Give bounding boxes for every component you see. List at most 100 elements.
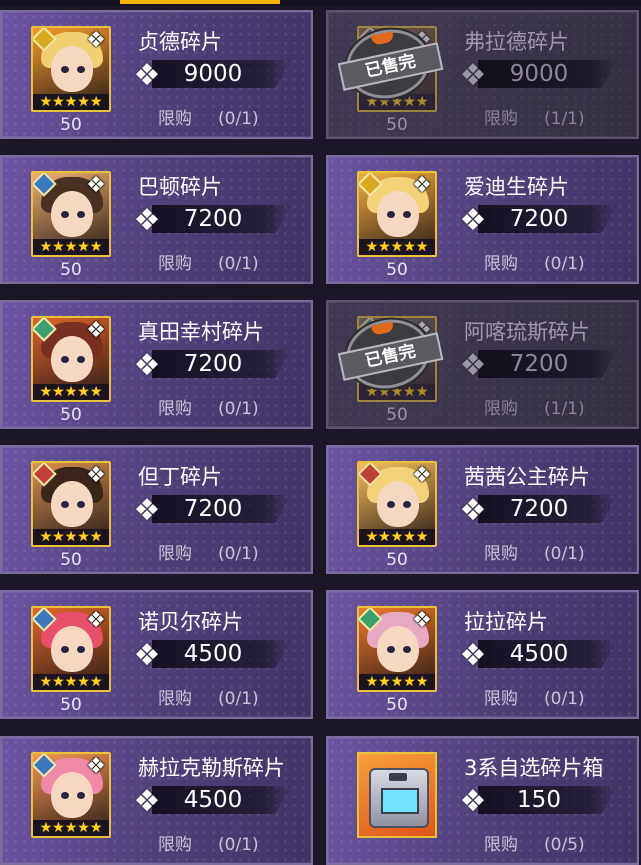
owned-count: 50 <box>60 405 82 425</box>
purchase-limit: 限购 (0/1) <box>158 684 259 709</box>
fragment-badge-icon: ❖ <box>86 608 106 633</box>
purchase-limit: 限购 (0/1) <box>158 249 259 274</box>
item-price: 4500 <box>183 641 243 667</box>
shop-item-card[interactable]: ❖ ★ ★ ★ ★ ★ 50 拉拉碎片 4500 ❖ 限购 (0/1) <box>326 590 639 719</box>
owned-count: 50 <box>60 115 82 135</box>
shop-item-card[interactable]: ❖ ★ ★ ★ ★ ★ 50 诺贝尔碎片 4500 ❖ 限购 (0/1) <box>0 590 313 719</box>
item-name: 但丁碎片 <box>138 465 222 489</box>
puzzle-piece-icon: ❖ <box>459 58 487 93</box>
owned-count: 50 <box>386 695 408 715</box>
limit-label: 限购 <box>158 544 192 564</box>
star-icon: ★ <box>415 94 429 110</box>
purchase-limit: 限购 (0/1) <box>484 539 585 564</box>
item-box-icon <box>357 752 437 838</box>
item-price: 9000 <box>509 61 569 87</box>
star-icon: ★ <box>365 239 379 255</box>
limit-label: 限购 <box>158 689 192 709</box>
shop-item-card[interactable]: ❖ ★ ★ ★ ★ ★ 50 但丁碎片 7200 ❖ 限购 (0/1) <box>0 445 313 574</box>
owned-count: 50 <box>60 260 82 280</box>
star-icon: ★ <box>77 384 90 400</box>
star-icon: ★ <box>365 529 379 545</box>
puzzle-piece-icon: ❖ <box>133 638 161 673</box>
limit-label: 限购 <box>158 254 192 274</box>
limit-label: 限购 <box>484 254 518 274</box>
hero-portrait: ❖ ★ ★ ★ ★ ★ <box>31 752 111 838</box>
star-icon: ★ <box>415 529 429 545</box>
limit-count: (0/1) <box>218 689 259 709</box>
star-icon: ★ <box>403 384 416 400</box>
item-price: 7200 <box>183 206 243 232</box>
star-icon: ★ <box>390 529 404 545</box>
item-price: 7200 <box>183 496 243 522</box>
purchase-limit: 限购 (0/5) <box>484 830 585 855</box>
limit-label: 限购 <box>484 835 518 855</box>
fragment-badge-icon: ❖ <box>86 318 106 343</box>
puzzle-piece-icon: ❖ <box>459 203 487 238</box>
item-name: 拉拉碎片 <box>464 610 548 634</box>
purchase-limit: 限购 (0/1) <box>158 539 259 564</box>
shop-item-card[interactable]: ❖ ★ ★ ★ ★ ★ 50 真田幸村碎片 7200 ❖ 限购 (0/1) <box>0 300 313 429</box>
star-icon: ★ <box>378 239 391 255</box>
puzzle-piece-icon: ❖ <box>459 348 487 383</box>
hero-portrait: ❖ ★ ★ ★ ★ ★ <box>357 171 437 257</box>
shop-item-card[interactable]: ❖ ★ ★ ★ ★ ★ 已售完 50 阿喀琉斯碎片 7200 ❖ 限购 (1/1) <box>326 300 639 429</box>
purchase-limit: 限购 (0/1) <box>484 684 585 709</box>
hero-portrait: ❖ ★ ★ ★ ★ ★ <box>357 461 437 547</box>
item-price: 7200 <box>509 351 569 377</box>
purchase-limit: 限购 (1/1) <box>484 394 585 419</box>
puzzle-piece-icon: ❖ <box>459 638 487 673</box>
puzzle-piece-icon: ❖ <box>133 348 161 383</box>
shop-item-card[interactable]: ❖ ★ ★ ★ ★ ★ 赫拉克勒斯碎片 4500 ❖ 限购 (0/1) <box>0 736 313 865</box>
hero-portrait: ❖ ★ ★ ★ ★ ★ <box>31 26 111 112</box>
star-icon: ★ <box>64 674 78 690</box>
star-icon: ★ <box>415 239 429 255</box>
limit-label: 限购 <box>484 544 518 564</box>
item-name: 茜茜公主碎片 <box>464 465 590 489</box>
star-rating: ★ ★ ★ ★ ★ <box>33 239 109 255</box>
star-icon: ★ <box>39 529 53 545</box>
limit-count: (0/1) <box>544 689 585 709</box>
shop-item-card[interactable]: ❖ ★ ★ ★ ★ ★ 50 巴顿碎片 7200 ❖ 限购 (0/1) <box>0 155 313 284</box>
puzzle-piece-icon: ❖ <box>459 493 487 528</box>
limit-label: 限购 <box>158 835 192 855</box>
star-icon: ★ <box>39 820 53 836</box>
limit-label: 限购 <box>158 109 192 129</box>
hero-portrait: ❖ ★ ★ ★ ★ ★ <box>31 606 111 692</box>
owned-count: 50 <box>60 695 82 715</box>
puzzle-piece-icon: ❖ <box>133 784 161 819</box>
star-icon: ★ <box>64 529 78 545</box>
item-price: 7200 <box>509 496 569 522</box>
star-icon: ★ <box>52 674 65 690</box>
item-name: 赫拉克勒斯碎片 <box>138 756 285 780</box>
item-name: 诺贝尔碎片 <box>138 610 243 634</box>
shop-item-card[interactable]: ❖ ★ ★ ★ ★ ★ 50 爱迪生碎片 7200 ❖ 限购 (0/1) <box>326 155 639 284</box>
star-rating: ★ ★ ★ ★ ★ <box>359 674 435 690</box>
star-icon: ★ <box>89 384 103 400</box>
shop-item-card[interactable]: ❖ ★ ★ ★ ★ ★ 50 茜茜公主碎片 7200 ❖ 限购 (0/1) <box>326 445 639 574</box>
star-icon: ★ <box>64 239 78 255</box>
star-icon: ★ <box>52 529 65 545</box>
star-icon: ★ <box>378 529 391 545</box>
item-price: 4500 <box>183 787 243 813</box>
limit-label: 限购 <box>484 399 518 419</box>
item-price: 4500 <box>509 641 569 667</box>
star-rating: ★ ★ ★ ★ ★ <box>33 384 109 400</box>
fragment-badge-icon: ❖ <box>412 463 432 488</box>
owned-count: 50 <box>386 405 408 425</box>
star-icon: ★ <box>39 674 53 690</box>
limit-label: 限购 <box>484 689 518 709</box>
limit-count: (0/1) <box>218 109 259 129</box>
star-icon: ★ <box>89 239 103 255</box>
shop-item-card[interactable]: ❖ ★ ★ ★ ★ ★ 50 贞德碎片 9000 ❖ 限购 (0/1) <box>0 10 313 139</box>
puzzle-piece-icon: ❖ <box>133 58 161 93</box>
star-icon: ★ <box>39 384 53 400</box>
hero-portrait: ❖ ★ ★ ★ ★ ★ <box>31 461 111 547</box>
item-price: 9000 <box>183 61 243 87</box>
star-icon: ★ <box>77 94 90 110</box>
star-icon: ★ <box>89 820 103 836</box>
star-icon: ★ <box>64 384 78 400</box>
shop-item-card[interactable]: ❖ ★ ★ ★ ★ ★ 已售完 50 弗拉德碎片 9000 ❖ 限购 (1/1) <box>326 10 639 139</box>
shop-item-card[interactable]: 3系自选碎片箱 150 ❖ 限购 (0/5) <box>326 736 639 865</box>
hero-portrait: ❖ ★ ★ ★ ★ ★ <box>357 606 437 692</box>
fragment-badge-icon: ❖ <box>86 463 106 488</box>
